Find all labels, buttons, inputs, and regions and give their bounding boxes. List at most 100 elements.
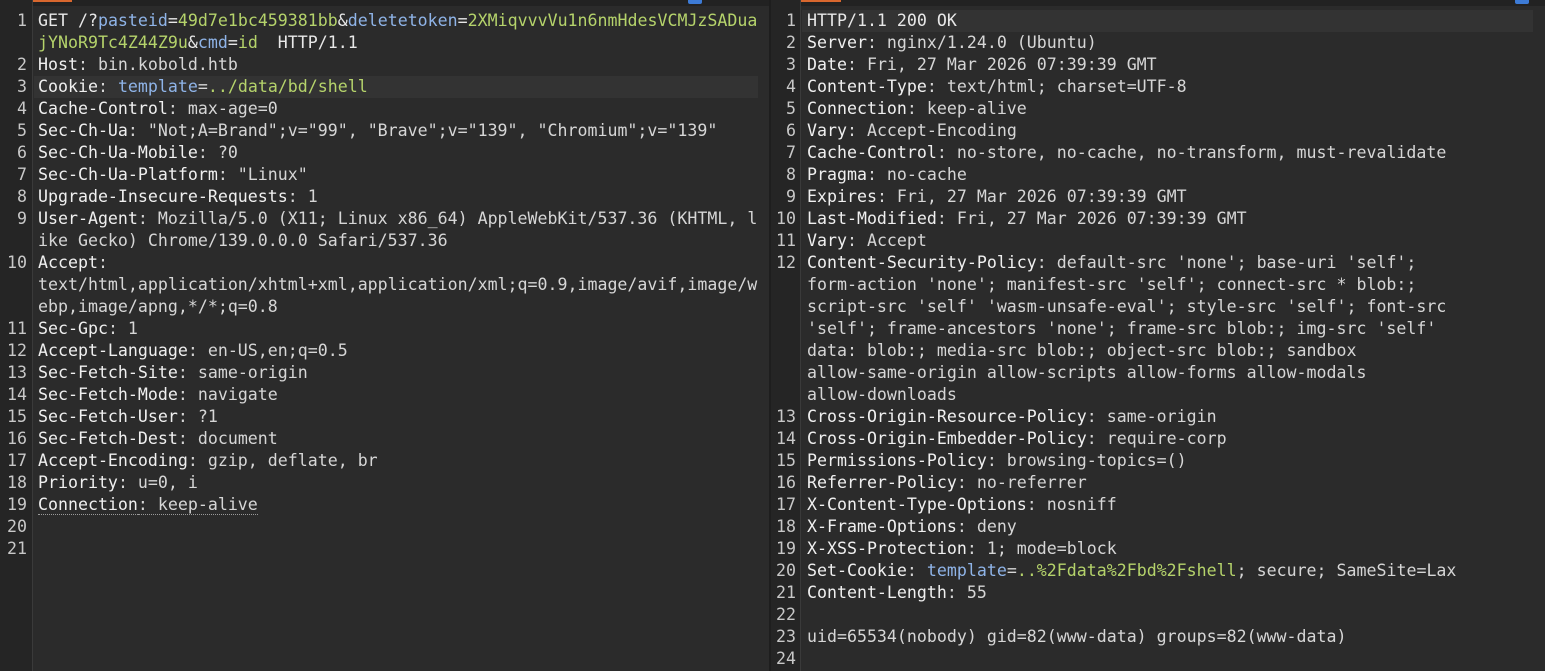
request-line[interactable]: 17 Accept-Encoding: gzip, deflate, br: [0, 450, 770, 472]
request-line[interactable]: 19 Connection: keep-alive: [0, 494, 770, 516]
request-line[interactable]: 15 Sec-Fetch-User: ?1: [0, 406, 770, 428]
response-line[interactable]: 8 Pragma: no-cache: [771, 164, 1545, 186]
response-token: template: [926, 561, 1007, 580]
response-line[interactable]: 24: [771, 648, 1545, 670]
response-line-text[interactable]: Cross-Origin-Embedder-Policy: require-co…: [807, 428, 1537, 450]
request-line-text[interactable]: Connection: keep-alive: [38, 494, 763, 516]
request-line-text[interactable]: Sec-Fetch-Dest: document: [38, 428, 763, 450]
response-line[interactable]: 1 HTTP/1.1 200 OK: [771, 10, 1545, 32]
response-line-text[interactable]: [807, 604, 1537, 626]
response-line-text[interactable]: Permissions-Policy: browsing-topics=(): [807, 450, 1537, 472]
request-line-text[interactable]: Accept-Encoding: gzip, deflate, br: [38, 450, 763, 472]
response-line[interactable]: 4 Content-Type: text/html; charset=UTF-8: [771, 76, 1545, 98]
request-line-text[interactable]: Accept: text/html,application/xhtml+xml,…: [38, 252, 763, 318]
request-line-text[interactable]: Accept-Language: en-US,en;q=0.5: [38, 340, 763, 362]
response-line-text[interactable]: Pragma: no-cache: [807, 164, 1537, 186]
response-line-text[interactable]: Last-Modified: Fri, 27 Mar 2026 07:39:39…: [807, 208, 1537, 230]
response-line[interactable]: 11 Vary: Accept: [771, 230, 1545, 252]
request-line-text[interactable]: Sec-Fetch-Site: same-origin: [38, 362, 763, 384]
request-line-text[interactable]: Upgrade-Insecure-Requests: 1: [38, 186, 763, 208]
response-line-text[interactable]: X-Content-Type-Options: nosniff: [807, 494, 1537, 516]
request-line-text[interactable]: Sec-Ch-Ua-Platform: "Linux": [38, 164, 763, 186]
response-line-text[interactable]: Date: Fri, 27 Mar 2026 07:39:39 GMT: [807, 54, 1537, 76]
response-line-text[interactable]: Vary: Accept: [807, 230, 1537, 252]
response-line-text[interactable]: Vary: Accept-Encoding: [807, 120, 1537, 142]
response-line-text[interactable]: Expires: Fri, 27 Mar 2026 07:39:39 GMT: [807, 186, 1537, 208]
request-line[interactable]: 3 Cookie: template=../data/bd/shell: [0, 76, 770, 98]
response-line[interactable]: 21 Content-Length: 55: [771, 582, 1545, 604]
response-token: Connection: [807, 99, 907, 118]
response-line-number: 22: [776, 605, 796, 624]
request-line[interactable]: 20: [0, 516, 770, 538]
request-line[interactable]: 4 Cache-Control: max-age=0: [0, 98, 770, 120]
response-line[interactable]: 3 Date: Fri, 27 Mar 2026 07:39:39 GMT: [771, 54, 1545, 76]
request-line[interactable]: 10 Accept: text/html,application/xhtml+xm…: [0, 252, 770, 318]
request-line-text[interactable]: Sec-Ch-Ua: "Not;A=Brand";v="99", "Brave"…: [38, 120, 763, 142]
response-line-text[interactable]: Content-Security-Policy: default-src 'no…: [807, 252, 1537, 406]
response-line[interactable]: 2 Server: nginx/1.24.0 (Ubuntu): [771, 32, 1545, 54]
response-line[interactable]: 14 Cross-Origin-Embedder-Policy: require-…: [771, 428, 1545, 450]
request-line[interactable]: 13 Sec-Fetch-Site: same-origin: [0, 362, 770, 384]
request-line-text[interactable]: Priority: u=0, i: [38, 472, 763, 494]
response-line[interactable]: 7 Cache-Control: no-store, no-cache, no-t…: [771, 142, 1545, 164]
response-line-text[interactable]: Cross-Origin-Resource-Policy: same-origi…: [807, 406, 1537, 428]
response-line[interactable]: 19 X-XSS-Protection: 1; mode=block: [771, 538, 1545, 560]
request-line[interactable]: 7 Sec-Ch-Ua-Platform: "Linux": [0, 164, 770, 186]
response-line-text[interactable]: Server: nginx/1.24.0 (Ubuntu): [807, 32, 1537, 54]
response-line-number: 18: [776, 517, 796, 536]
response-line-text[interactable]: HTTP/1.1 200 OK: [807, 10, 1537, 32]
request-line-text[interactable]: Sec-Fetch-User: ?1: [38, 406, 763, 428]
response-line-text[interactable]: X-XSS-Protection: 1; mode=block: [807, 538, 1537, 560]
request-line[interactable]: 5 Sec-Ch-Ua: "Not;A=Brand";v="99", "Brave…: [0, 120, 770, 142]
response-line[interactable]: 5 Connection: keep-alive: [771, 98, 1545, 120]
request-line-text[interactable]: Cache-Control: max-age=0: [38, 98, 763, 120]
response-line[interactable]: 15 Permissions-Policy: browsing-topics=(): [771, 450, 1545, 472]
response-line-text[interactable]: Content-Length: 55: [807, 582, 1537, 604]
response-tab-chip[interactable]: [1515, 0, 1529, 4]
request-line[interactable]: 9 User-Agent: Mozilla/5.0 (X11; Linux x86…: [0, 208, 770, 252]
response-editor[interactable]: 1 HTTP/1.1 200 OK 2 Server: nginx/1.24.0 (U…: [771, 0, 1545, 671]
request-line[interactable]: 21: [0, 538, 770, 560]
request-line-text[interactable]: GET /?pasteid=49d7e1bc459381bb&deletetok…: [38, 10, 763, 54]
request-line[interactable]: 11 Sec-Gpc: 1: [0, 318, 770, 340]
response-line[interactable]: 10 Last-Modified: Fri, 27 Mar 2026 07:39:…: [771, 208, 1545, 230]
request-line-text[interactable]: [38, 538, 763, 560]
request-line[interactable]: 2 Host: bin.kobold.htb: [0, 54, 770, 76]
response-line-text[interactable]: uid=65534(nobody) gid=82(www-data) group…: [807, 626, 1537, 648]
response-line-text[interactable]: Content-Type: text/html; charset=UTF-8: [807, 76, 1537, 98]
request-line-text[interactable]: Sec-Ch-Ua-Mobile: ?0: [38, 142, 763, 164]
response-line[interactable]: 20 Set-Cookie: template=..%2Fdata%2Fbd%2F…: [771, 560, 1545, 582]
response-line[interactable]: 22: [771, 604, 1545, 626]
response-line-text[interactable]: Cache-Control: no-store, no-cache, no-tr…: [807, 142, 1537, 164]
request-line-text[interactable]: Host: bin.kobold.htb: [38, 54, 763, 76]
response-line[interactable]: 23 uid=65534(nobody) gid=82(www-data) gro…: [771, 626, 1545, 648]
request-editor[interactable]: 1 GET /?pasteid=49d7e1bc459381bb&deleteto…: [0, 0, 770, 671]
request-line[interactable]: 12 Accept-Language: en-US,en;q=0.5: [0, 340, 770, 362]
request-line[interactable]: 14 Sec-Fetch-Mode: navigate: [0, 384, 770, 406]
request-line[interactable]: 6 Sec-Ch-Ua-Mobile: ?0: [0, 142, 770, 164]
request-line[interactable]: 16 Sec-Fetch-Dest: document: [0, 428, 770, 450]
request-line-text[interactable]: User-Agent: Mozilla/5.0 (X11; Linux x86_…: [38, 208, 763, 252]
request-line-number: 16: [7, 429, 27, 448]
response-line-text[interactable]: X-Frame-Options: deny: [807, 516, 1537, 538]
response-line[interactable]: 6 Vary: Accept-Encoding: [771, 120, 1545, 142]
response-line[interactable]: 12 Content-Security-Policy: default-src '…: [771, 252, 1545, 406]
request-line-text[interactable]: Sec-Gpc: 1: [38, 318, 763, 340]
request-line-text[interactable]: Cookie: template=../data/bd/shell: [38, 76, 763, 98]
request-tab-chip[interactable]: [688, 0, 702, 4]
response-line-text[interactable]: [807, 648, 1537, 670]
response-line-text[interactable]: Connection: keep-alive: [807, 98, 1537, 120]
request-line[interactable]: 18 Priority: u=0, i: [0, 472, 770, 494]
response-line[interactable]: 17 X-Content-Type-Options: nosniff: [771, 494, 1545, 516]
response-line[interactable]: 18 X-Frame-Options: deny: [771, 516, 1545, 538]
response-line-text[interactable]: Referrer-Policy: no-referrer: [807, 472, 1537, 494]
response-line[interactable]: 13 Cross-Origin-Resource-Policy: same-ori…: [771, 406, 1545, 428]
request-token: =: [197, 77, 208, 96]
request-line-text[interactable]: Sec-Fetch-Mode: navigate: [38, 384, 763, 406]
request-line-text[interactable]: [38, 516, 763, 538]
response-line[interactable]: 16 Referrer-Policy: no-referrer: [771, 472, 1545, 494]
response-line-text[interactable]: Set-Cookie: template=..%2Fdata%2Fbd%2Fsh…: [807, 560, 1537, 582]
response-line[interactable]: 9 Expires: Fri, 27 Mar 2026 07:39:39 GMT: [771, 186, 1545, 208]
request-line[interactable]: 1 GET /?pasteid=49d7e1bc459381bb&deleteto…: [0, 10, 770, 54]
request-line[interactable]: 8 Upgrade-Insecure-Requests: 1: [0, 186, 770, 208]
